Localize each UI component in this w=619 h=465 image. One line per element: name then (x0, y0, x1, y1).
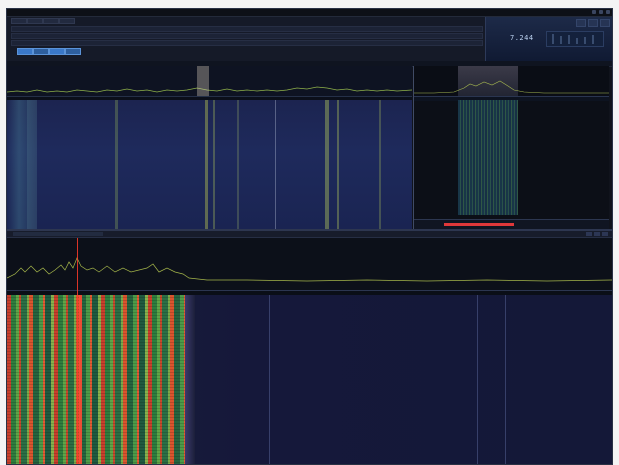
waterfall-edge (185, 295, 195, 464)
zoom-spectrum[interactable] (414, 66, 609, 96)
zoom-panel[interactable] (413, 66, 609, 230)
audio-icon[interactable] (600, 19, 610, 27)
menu-button-3[interactable] (43, 18, 59, 24)
pin-icon[interactable] (586, 232, 592, 236)
mode-button-1[interactable] (17, 48, 33, 55)
title-bar (7, 9, 612, 17)
signal-trace (115, 100, 118, 229)
tuning-marker[interactable] (77, 238, 78, 464)
signal-trace (337, 100, 339, 229)
mode-button-4[interactable] (65, 48, 81, 55)
meter-bar (444, 223, 514, 226)
signal-trace (379, 100, 381, 229)
mode-button-2[interactable] (33, 48, 49, 55)
signal-trace (213, 100, 215, 229)
slider-row-2[interactable] (11, 33, 483, 39)
signal-trace (505, 295, 506, 464)
panel-icons (576, 19, 610, 27)
signal-trace (325, 100, 329, 229)
tuning-marker-band (79, 295, 82, 464)
main-spectrum-view[interactable] (7, 66, 413, 229)
close-icon[interactable] (606, 10, 610, 14)
signal-trace (477, 295, 478, 464)
minimize-icon[interactable] (592, 10, 596, 14)
control-left (7, 17, 487, 61)
signal-trace (275, 100, 276, 229)
zoom-waterfall[interactable] (458, 100, 518, 215)
frequency-display[interactable]: 7.244 (510, 34, 534, 42)
record-icon[interactable] (588, 19, 598, 27)
spectrum-trace (7, 86, 413, 93)
window-controls (592, 10, 610, 14)
menu-button-2[interactable] (27, 18, 43, 24)
close-icon[interactable] (602, 232, 608, 236)
signal-trace (237, 100, 239, 229)
lower-spectrum-trace (7, 257, 612, 282)
sdr-app-window: 7.244 (6, 8, 613, 465)
lower-panel-tab[interactable] (13, 232, 103, 236)
frequency-tick-marks (552, 34, 594, 44)
lower-panel-header (7, 231, 612, 238)
signal-trace (269, 295, 270, 464)
menu-button-1[interactable] (11, 18, 27, 24)
selected-band[interactable] (197, 66, 209, 96)
waterfall-upper[interactable] (7, 100, 412, 229)
spectrum-plot[interactable] (7, 66, 413, 96)
menu-button-4[interactable] (59, 18, 75, 24)
frequency-panel: 7.244 (485, 17, 612, 61)
waterfall-hot-band (7, 295, 185, 464)
control-panel: 7.244 (7, 17, 612, 61)
lower-panel-controls (586, 232, 608, 236)
zoom-spectrum-trace (414, 80, 609, 94)
mode-button-3[interactable] (49, 48, 65, 55)
settings-icon[interactable] (576, 19, 586, 27)
signal-trace (205, 100, 208, 229)
slider-row-1[interactable] (11, 26, 483, 32)
frequency-scale[interactable] (546, 31, 604, 47)
slider-row-3[interactable] (11, 40, 483, 46)
lower-spectrum[interactable] (7, 238, 612, 290)
maximize-icon[interactable] (599, 10, 603, 14)
signal-trace (27, 100, 37, 229)
expand-icon[interactable] (594, 232, 600, 236)
